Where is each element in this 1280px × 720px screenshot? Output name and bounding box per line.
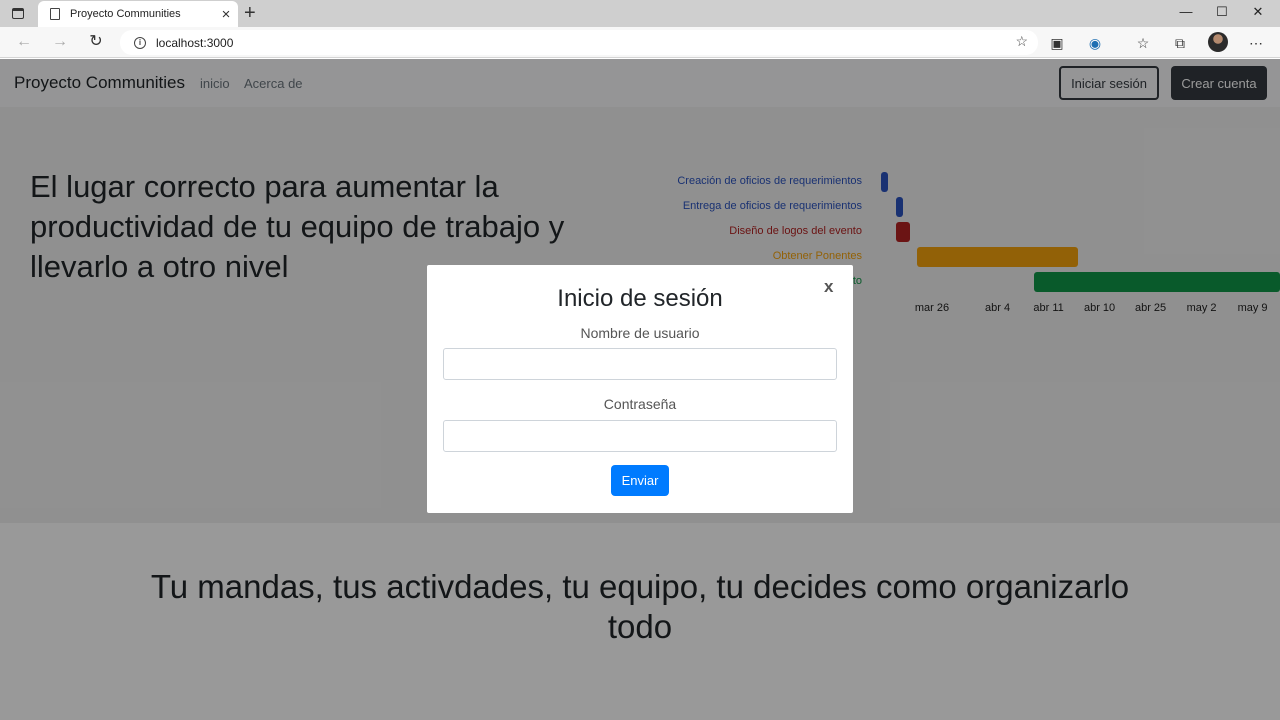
submit-button[interactable]: Enviar [611, 465, 669, 496]
tab-close-icon[interactable]: × [214, 7, 238, 22]
password-label: Contraseña [603, 396, 677, 412]
new-tab-button[interactable]: + [244, 2, 256, 25]
favorite-star-icon[interactable]: ☆ [1015, 33, 1028, 50]
web-page: Proyecto Communities inicio Acerca de In… [0, 59, 1280, 720]
browser-tab[interactable]: Proyecto Communities × [38, 1, 238, 27]
login-modal: Inicio de sesión x Nombre de usuario Con… [427, 265, 853, 513]
extension-icon[interactable]: ▣ [1047, 33, 1067, 53]
collections-icon[interactable]: ⧉ [1170, 33, 1190, 53]
tab-actions-icon[interactable] [8, 5, 28, 22]
browser-tab-strip: Proyecto Communities × + — ☐ ✕ [0, 0, 1280, 27]
tab-title: Proyecto Communities [70, 8, 181, 20]
reload-icon[interactable]: ↻ [84, 32, 108, 52]
url-text: localhost:3000 [156, 35, 234, 50]
vpn-icon[interactable]: ◉ [1085, 33, 1105, 53]
username-field[interactable] [443, 348, 837, 380]
page-icon [50, 8, 60, 20]
username-label: Nombre de usuario [580, 325, 700, 341]
maximize-icon[interactable]: ☐ [1210, 4, 1234, 20]
close-icon[interactable]: x [824, 277, 833, 297]
profile-avatar[interactable] [1208, 32, 1228, 52]
forward-icon[interactable]: → [48, 32, 72, 52]
password-field[interactable] [443, 420, 837, 452]
address-bar[interactable]: i localhost:3000 ☆ [120, 30, 1038, 55]
browser-toolbar: ← → ↻ i localhost:3000 ☆ ▣ ◉ ☆ ⧉ ⋯ [0, 27, 1280, 58]
favorites-icon[interactable]: ☆ [1133, 33, 1153, 53]
close-window-icon[interactable]: ✕ [1246, 4, 1270, 20]
minimize-icon[interactable]: — [1174, 4, 1198, 19]
back-icon[interactable]: ← [12, 32, 36, 52]
info-icon[interactable]: i [134, 36, 146, 49]
modal-title: Inicio de sesión [557, 285, 723, 312]
more-icon[interactable]: ⋯ [1246, 33, 1266, 53]
